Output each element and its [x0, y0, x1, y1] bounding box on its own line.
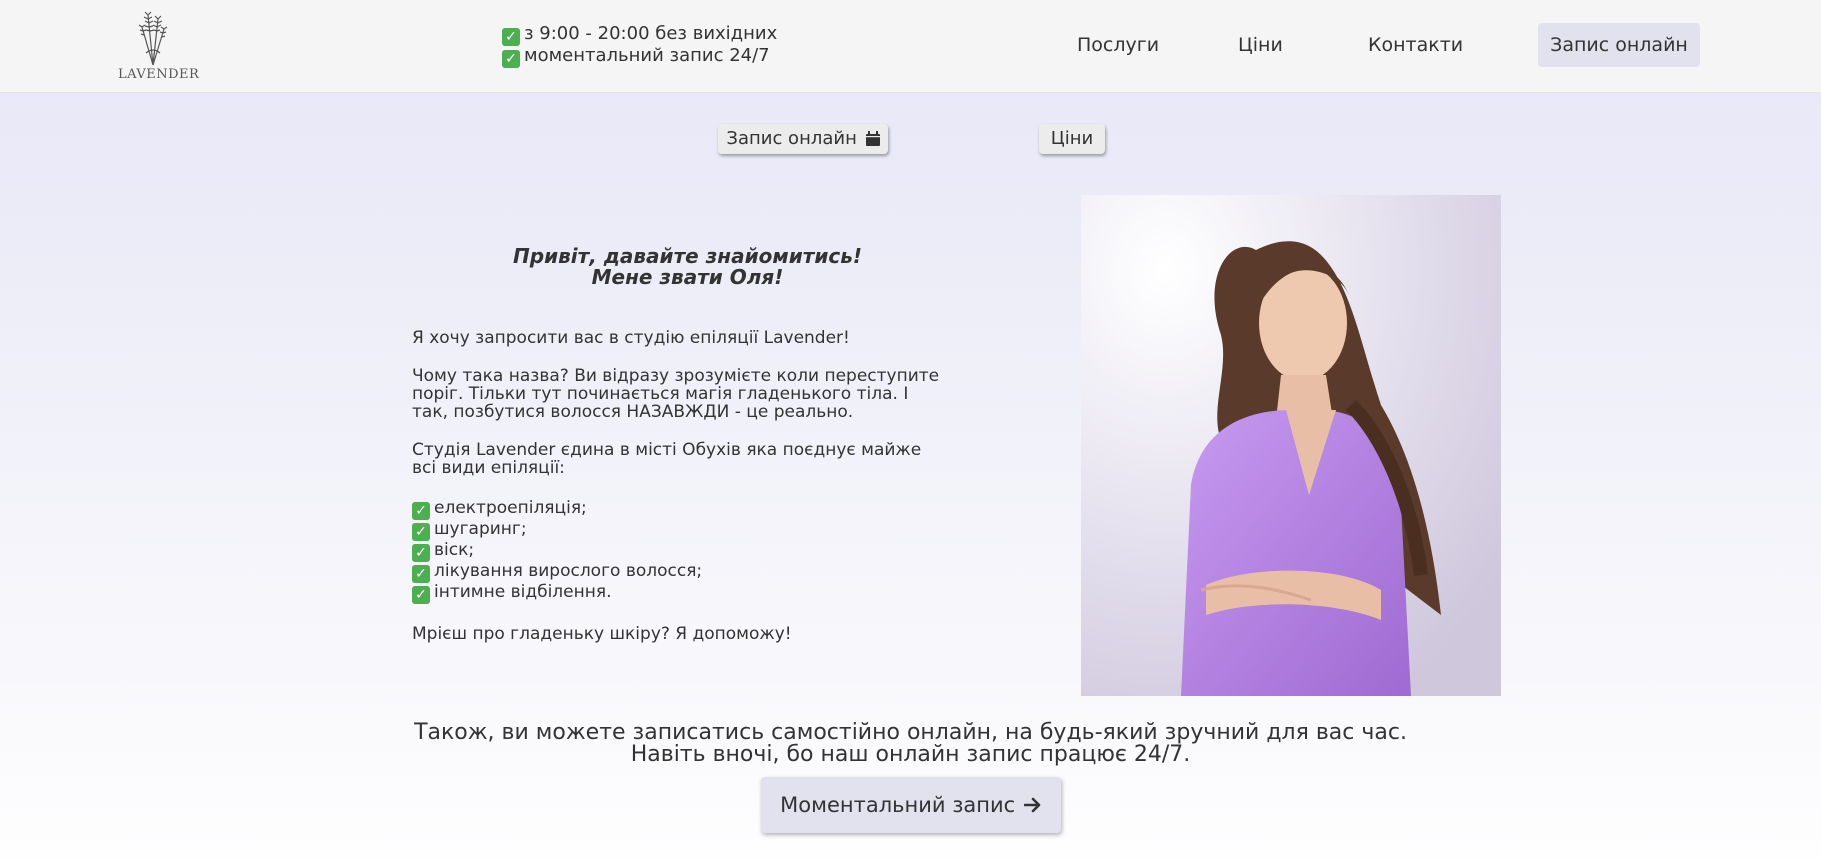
arrow-right-icon: [1023, 797, 1041, 813]
list-item: ✓ шугаринг;: [412, 519, 527, 541]
check-mark-icon: ✓: [412, 502, 430, 520]
check-mark-icon: ✓: [412, 586, 430, 604]
intro-paragraph-1: Я хочу запросити вас в студію епіляції L…: [412, 328, 850, 348]
check-mark-icon: ✓: [412, 544, 430, 562]
nav-prices-link[interactable]: Ціни: [1238, 34, 1283, 56]
service-name: віск;: [434, 540, 475, 560]
check-mark-icon: ✓: [502, 50, 520, 68]
logo-text: LAVENDER: [118, 67, 200, 82]
online-booking-note: Також, ви можете записатись самостійно о…: [0, 722, 1821, 766]
check-mark-icon: ✓: [412, 523, 430, 541]
portrait-illustration: [1081, 195, 1501, 696]
booking-row: ✓ моментальний запис 24/7: [502, 46, 777, 68]
working-hours: ✓ з 9:00 - 20:00 без вихідних ✓ моментальн…: [502, 24, 777, 68]
intro-paragraph-2: Чому така назва? Ви відразу зрозумієте к…: [412, 366, 940, 422]
check-mark-icon: ✓: [502, 28, 520, 46]
check-mark-icon: ✓: [412, 565, 430, 583]
book-online-label: Запис онлайн: [726, 128, 857, 149]
owner-portrait-photo: [1081, 195, 1501, 696]
list-item: ✓ віск;: [412, 540, 474, 562]
book-online-button[interactable]: Запис онлайн: [718, 124, 888, 154]
nav-contacts-link[interactable]: Контакти: [1368, 34, 1463, 56]
list-item: ✓ інтимне відбілення.: [412, 582, 611, 604]
service-name: лікування вирослого волосся;: [434, 561, 703, 581]
booking-text: моментальний запис 24/7: [524, 45, 770, 66]
list-item: ✓ лікування вирослого волосся;: [412, 561, 702, 583]
site-header: LAVENDER ✓ з 9:00 - 20:00 без вихідних ✓ м…: [0, 0, 1821, 93]
service-name: шугаринг;: [434, 519, 527, 539]
hours-text: з 9:00 - 20:00 без вихідних: [524, 23, 778, 44]
note-line-2: Навіть вночі, бо наш онлайн запис працює…: [630, 742, 1191, 767]
service-name: електроепіляція;: [434, 498, 587, 518]
intro-paragraph-3: Студія Lavender єдина в місті Обухів яка…: [412, 440, 922, 478]
lavender-logo[interactable]: LAVENDER: [118, 5, 200, 87]
calendar-icon: [865, 131, 880, 146]
instant-booking-label: Моментальний запис: [780, 793, 1016, 817]
greeting-heading: Привіт, давайте знайомитись! Мене звати …: [450, 246, 925, 288]
greeting-line-1: Привіт, давайте знайомитись!: [513, 244, 862, 268]
instant-booking-button[interactable]: Моментальний запис: [761, 777, 1061, 833]
lavender-sprig-icon: [138, 11, 168, 66]
greeting-line-2: Мене звати Оля!: [591, 265, 784, 289]
prices-button[interactable]: Ціни: [1039, 124, 1105, 154]
list-item: ✓ електроепіляція;: [412, 498, 587, 520]
nav-book-online-button[interactable]: Запис онлайн: [1538, 23, 1700, 67]
service-name: інтимне відбілення.: [434, 582, 612, 602]
hours-row: ✓ з 9:00 - 20:00 без вихідних: [502, 24, 777, 46]
nav-services-link[interactable]: Послуги: [1077, 34, 1159, 56]
note-line-1: Також, ви можете записатись самостійно о…: [414, 720, 1407, 745]
intro-closing: Мрієш про гладеньку шкіру? Я допоможу!: [412, 624, 792, 644]
